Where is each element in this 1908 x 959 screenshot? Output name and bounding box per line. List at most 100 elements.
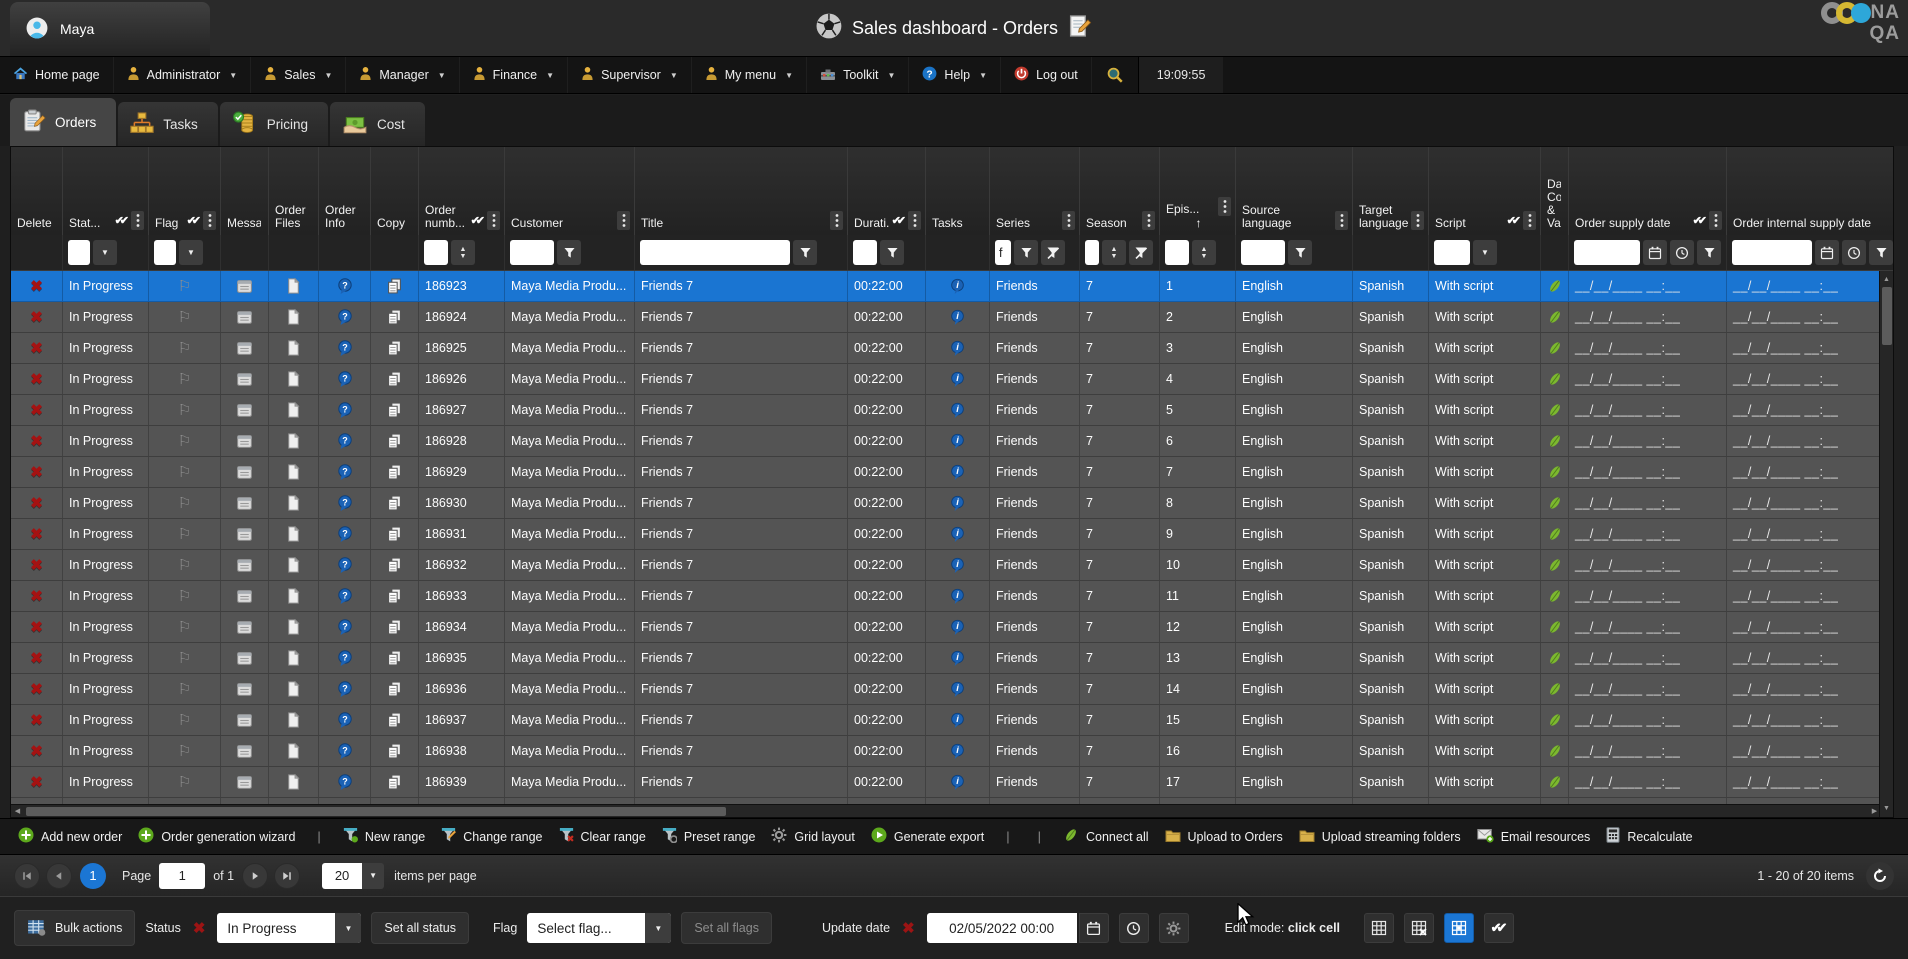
column-menu-icon[interactable] bbox=[908, 211, 921, 230]
column-menu-icon[interactable] bbox=[1062, 211, 1075, 230]
filter-calendar-icon[interactable] bbox=[1643, 240, 1667, 265]
order-files-icon[interactable] bbox=[269, 333, 319, 363]
order-files-icon[interactable] bbox=[269, 364, 319, 394]
message-icon[interactable] bbox=[221, 364, 269, 394]
column-header-season[interactable]: Season bbox=[1080, 147, 1160, 235]
order-info-icon[interactable]: ? bbox=[319, 767, 371, 797]
flag-icon[interactable]: ⚐ bbox=[149, 643, 221, 673]
copy-icon[interactable] bbox=[371, 519, 419, 549]
copy-icon[interactable] bbox=[371, 333, 419, 363]
filter-funnel-icon[interactable] bbox=[1288, 240, 1312, 265]
delete-icon[interactable]: ✖ bbox=[11, 519, 63, 549]
flag-icon[interactable]: ⚐ bbox=[149, 426, 221, 456]
column-menu-icon[interactable] bbox=[1523, 211, 1536, 230]
edit-mode-grid-button[interactable] bbox=[1364, 913, 1394, 943]
filter-clock-icon[interactable] bbox=[1842, 240, 1866, 265]
tasks-info-icon[interactable]: i bbox=[926, 271, 990, 301]
filter-input-title[interactable] bbox=[640, 240, 790, 265]
message-icon[interactable] bbox=[221, 612, 269, 642]
copy-icon[interactable] bbox=[371, 643, 419, 673]
search-icon[interactable] bbox=[1092, 57, 1138, 93]
delete-icon[interactable]: ✖ bbox=[11, 271, 63, 301]
table-row[interactable]: ✖In Progress⚐?186936Maya Media Produ...F… bbox=[11, 674, 1893, 705]
menu-item-supervisor[interactable]: Supervisor▼ bbox=[568, 57, 692, 93]
edit-dashboard-icon[interactable] bbox=[1068, 14, 1092, 43]
select-all-check-icon[interactable]: ✔✔ bbox=[187, 214, 201, 227]
filter-funnel-icon[interactable] bbox=[557, 240, 581, 265]
tasks-info-icon[interactable]: i bbox=[926, 364, 990, 394]
order-files-icon[interactable] bbox=[269, 457, 319, 487]
flag-icon[interactable]: ⚐ bbox=[149, 736, 221, 766]
tasks-info-icon[interactable]: i bbox=[926, 519, 990, 549]
tasks-info-icon[interactable]: i bbox=[926, 612, 990, 642]
apply-all-check-button[interactable]: ✔✔ bbox=[1484, 913, 1514, 943]
tasks-info-icon[interactable]: i bbox=[926, 395, 990, 425]
order-info-icon[interactable]: ? bbox=[319, 736, 371, 766]
user-tab[interactable]: Maya bbox=[10, 2, 210, 56]
filter-dropdown-icon[interactable]: ▼ bbox=[179, 240, 203, 265]
order-info-icon[interactable]: ? bbox=[319, 395, 371, 425]
date-confirmed-leaf-icon[interactable] bbox=[1541, 612, 1569, 642]
filter-input-script[interactable] bbox=[1434, 240, 1470, 265]
flag-icon[interactable]: ⚐ bbox=[149, 302, 221, 332]
date-confirmed-leaf-icon[interactable] bbox=[1541, 302, 1569, 332]
message-icon[interactable] bbox=[221, 767, 269, 797]
message-icon[interactable] bbox=[221, 488, 269, 518]
order-files-icon[interactable] bbox=[269, 736, 319, 766]
column-header-flag[interactable]: Flag✔✔ bbox=[149, 147, 221, 235]
column-header-order_supply_date[interactable]: Order supply date✔✔ bbox=[1569, 147, 1727, 235]
order-files-icon[interactable] bbox=[269, 302, 319, 332]
edit-mode-cell-button[interactable] bbox=[1444, 913, 1474, 943]
delete-icon[interactable]: ✖ bbox=[11, 457, 63, 487]
flag-icon[interactable]: ⚐ bbox=[149, 488, 221, 518]
next-page-button[interactable] bbox=[242, 863, 268, 889]
column-header-tasks[interactable]: Tasks bbox=[926, 147, 990, 235]
column-menu-icon[interactable] bbox=[1709, 211, 1722, 230]
column-header-title[interactable]: Title bbox=[635, 147, 848, 235]
edit-mode-row-button[interactable] bbox=[1404, 913, 1434, 943]
date-confirmed-leaf-icon[interactable] bbox=[1541, 519, 1569, 549]
delete-icon[interactable]: ✖ bbox=[11, 643, 63, 673]
menu-item-finance[interactable]: Finance▼ bbox=[460, 57, 568, 93]
filter-dropdown-icon[interactable]: ▼ bbox=[93, 240, 117, 265]
flag-icon[interactable]: ⚐ bbox=[149, 364, 221, 394]
table-row[interactable]: ✖In Progress⚐?186927Maya Media Produ...F… bbox=[11, 395, 1893, 426]
clear-status-icon[interactable]: ✖ bbox=[193, 919, 206, 937]
refresh-button[interactable] bbox=[1866, 862, 1894, 890]
tasks-info-icon[interactable]: i bbox=[926, 581, 990, 611]
delete-icon[interactable]: ✖ bbox=[11, 550, 63, 580]
order-info-icon[interactable]: ? bbox=[319, 519, 371, 549]
copy-icon[interactable] bbox=[371, 705, 419, 735]
message-icon[interactable] bbox=[221, 581, 269, 611]
filter-input-flag[interactable] bbox=[154, 240, 176, 265]
column-header-episode[interactable]: Epis...↑ bbox=[1160, 147, 1236, 235]
tab-pricing[interactable]: Pricing bbox=[220, 102, 328, 146]
table-row[interactable]: ✖In Progress⚐?186929Maya Media Produ...F… bbox=[11, 457, 1893, 488]
copy-icon[interactable] bbox=[371, 271, 419, 301]
copy-icon[interactable] bbox=[371, 488, 419, 518]
message-icon[interactable] bbox=[221, 736, 269, 766]
date-confirmed-leaf-icon[interactable] bbox=[1541, 488, 1569, 518]
order-files-icon[interactable] bbox=[269, 705, 319, 735]
toolbar-change-range[interactable]: Change range bbox=[437, 827, 546, 846]
delete-icon[interactable]: ✖ bbox=[11, 767, 63, 797]
toolbar-order-generation-wizard[interactable]: Order generation wizard bbox=[134, 827, 299, 846]
flag-icon[interactable]: ⚐ bbox=[149, 612, 221, 642]
flag-icon[interactable]: ⚐ bbox=[149, 271, 221, 301]
menu-item-administrator[interactable]: Administrator▼ bbox=[114, 57, 252, 93]
column-header-target_language[interactable]: Target language bbox=[1353, 147, 1429, 235]
order-files-icon[interactable] bbox=[269, 550, 319, 580]
menu-item-my-menu[interactable]: My menu▼ bbox=[692, 57, 807, 93]
clock-button[interactable] bbox=[1119, 913, 1149, 943]
table-row[interactable]: ✖In Progress⚐?186924Maya Media Produ...F… bbox=[11, 302, 1893, 333]
copy-icon[interactable] bbox=[371, 674, 419, 704]
filter-calendar-icon[interactable] bbox=[1815, 240, 1839, 265]
delete-icon[interactable]: ✖ bbox=[11, 426, 63, 456]
flag-icon[interactable]: ⚐ bbox=[149, 581, 221, 611]
column-menu-icon[interactable] bbox=[1218, 197, 1231, 216]
order-files-icon[interactable] bbox=[269, 395, 319, 425]
last-page-button[interactable] bbox=[274, 863, 300, 889]
date-confirmed-leaf-icon[interactable] bbox=[1541, 581, 1569, 611]
message-icon[interactable] bbox=[221, 550, 269, 580]
copy-icon[interactable] bbox=[371, 736, 419, 766]
